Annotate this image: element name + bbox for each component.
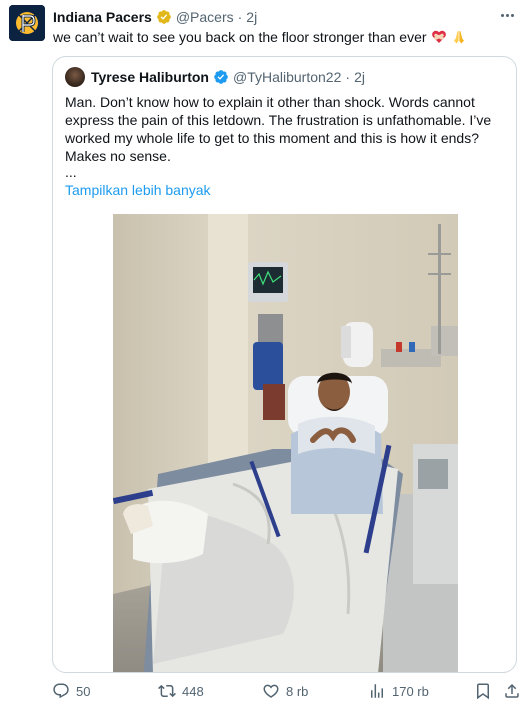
separator-dot: · bbox=[345, 69, 351, 85]
separator-dot: · bbox=[237, 9, 243, 25]
hospital-photo-image bbox=[113, 214, 458, 672]
quote-avatar[interactable] bbox=[65, 67, 85, 87]
like-button[interactable]: 8 rb bbox=[262, 682, 308, 700]
tweet-body: we can’t wait to see you back on the flo… bbox=[53, 29, 427, 45]
more-icon-dot bbox=[505, 13, 509, 17]
repost-button[interactable]: 448 bbox=[158, 682, 204, 700]
share-button[interactable] bbox=[503, 682, 526, 700]
heart-bandage-icon bbox=[431, 29, 447, 45]
tweet-actions: 50 448 8 rb 170 rb bbox=[0, 680, 526, 706]
quote-author-name[interactable]: Tyrese Haliburton bbox=[91, 69, 209, 85]
author-handle[interactable]: @Pacers bbox=[176, 9, 234, 25]
bookmark-icon bbox=[477, 683, 489, 700]
pacers-avatar[interactable] bbox=[9, 5, 45, 41]
share-icon bbox=[505, 683, 519, 698]
repost-count: 448 bbox=[182, 683, 204, 699]
tweet-header: Indiana Pacers @Pacers · 2j bbox=[53, 7, 496, 27]
tweet-time[interactable]: 2j bbox=[246, 9, 257, 25]
verified-blue-badge-icon bbox=[214, 70, 228, 84]
more-icon bbox=[500, 13, 504, 17]
author-name[interactable]: Indiana Pacers bbox=[53, 9, 152, 25]
quote-line: Man. Don’t know how to explain it other … bbox=[65, 94, 475, 110]
show-more-link[interactable]: Tampilkan lebih banyak bbox=[65, 182, 211, 198]
heart-icon bbox=[263, 684, 279, 698]
quoted-tweet[interactable]: Tyrese Haliburton @TyHaliburton22 · 2j M… bbox=[52, 56, 517, 673]
quote-ellipsis: ... bbox=[65, 164, 77, 180]
quote-line: worked my whole life to get to this mome… bbox=[65, 130, 479, 146]
quote-photo[interactable] bbox=[113, 214, 458, 672]
more-icon-dot bbox=[510, 13, 514, 17]
quote-line: Makes no sense. bbox=[65, 148, 171, 164]
quote-header: Tyrese Haliburton @TyHaliburton22 · 2j bbox=[65, 67, 365, 87]
quote-line: express the pain of this letdown. The fr… bbox=[65, 112, 492, 128]
views-icon bbox=[371, 684, 383, 698]
verified-gold-badge-icon bbox=[156, 10, 171, 24]
tweet-text: we can’t wait to see you back on the flo… bbox=[53, 28, 467, 46]
quote-author-handle[interactable]: @TyHaliburton22 bbox=[233, 69, 341, 85]
bookmark-button[interactable] bbox=[474, 682, 498, 700]
views-count: 170 rb bbox=[392, 683, 429, 699]
like-count: 8 rb bbox=[286, 683, 309, 699]
tweet[interactable]: Indiana Pacers @Pacers · 2j we can’t wai… bbox=[0, 0, 526, 706]
reply-icon bbox=[53, 683, 69, 699]
more-options-button[interactable] bbox=[498, 6, 516, 24]
reply-button[interactable]: 50 bbox=[52, 682, 90, 700]
quote-time[interactable]: 2j bbox=[354, 69, 365, 85]
views-button[interactable]: 170 rb bbox=[368, 682, 429, 700]
reply-count: 50 bbox=[76, 683, 91, 699]
quote-text: Man. Don’t know how to explain it other … bbox=[65, 93, 505, 165]
repost-icon bbox=[158, 684, 176, 698]
folded-hands-icon bbox=[451, 29, 467, 45]
pacers-logo-icon bbox=[9, 5, 45, 41]
